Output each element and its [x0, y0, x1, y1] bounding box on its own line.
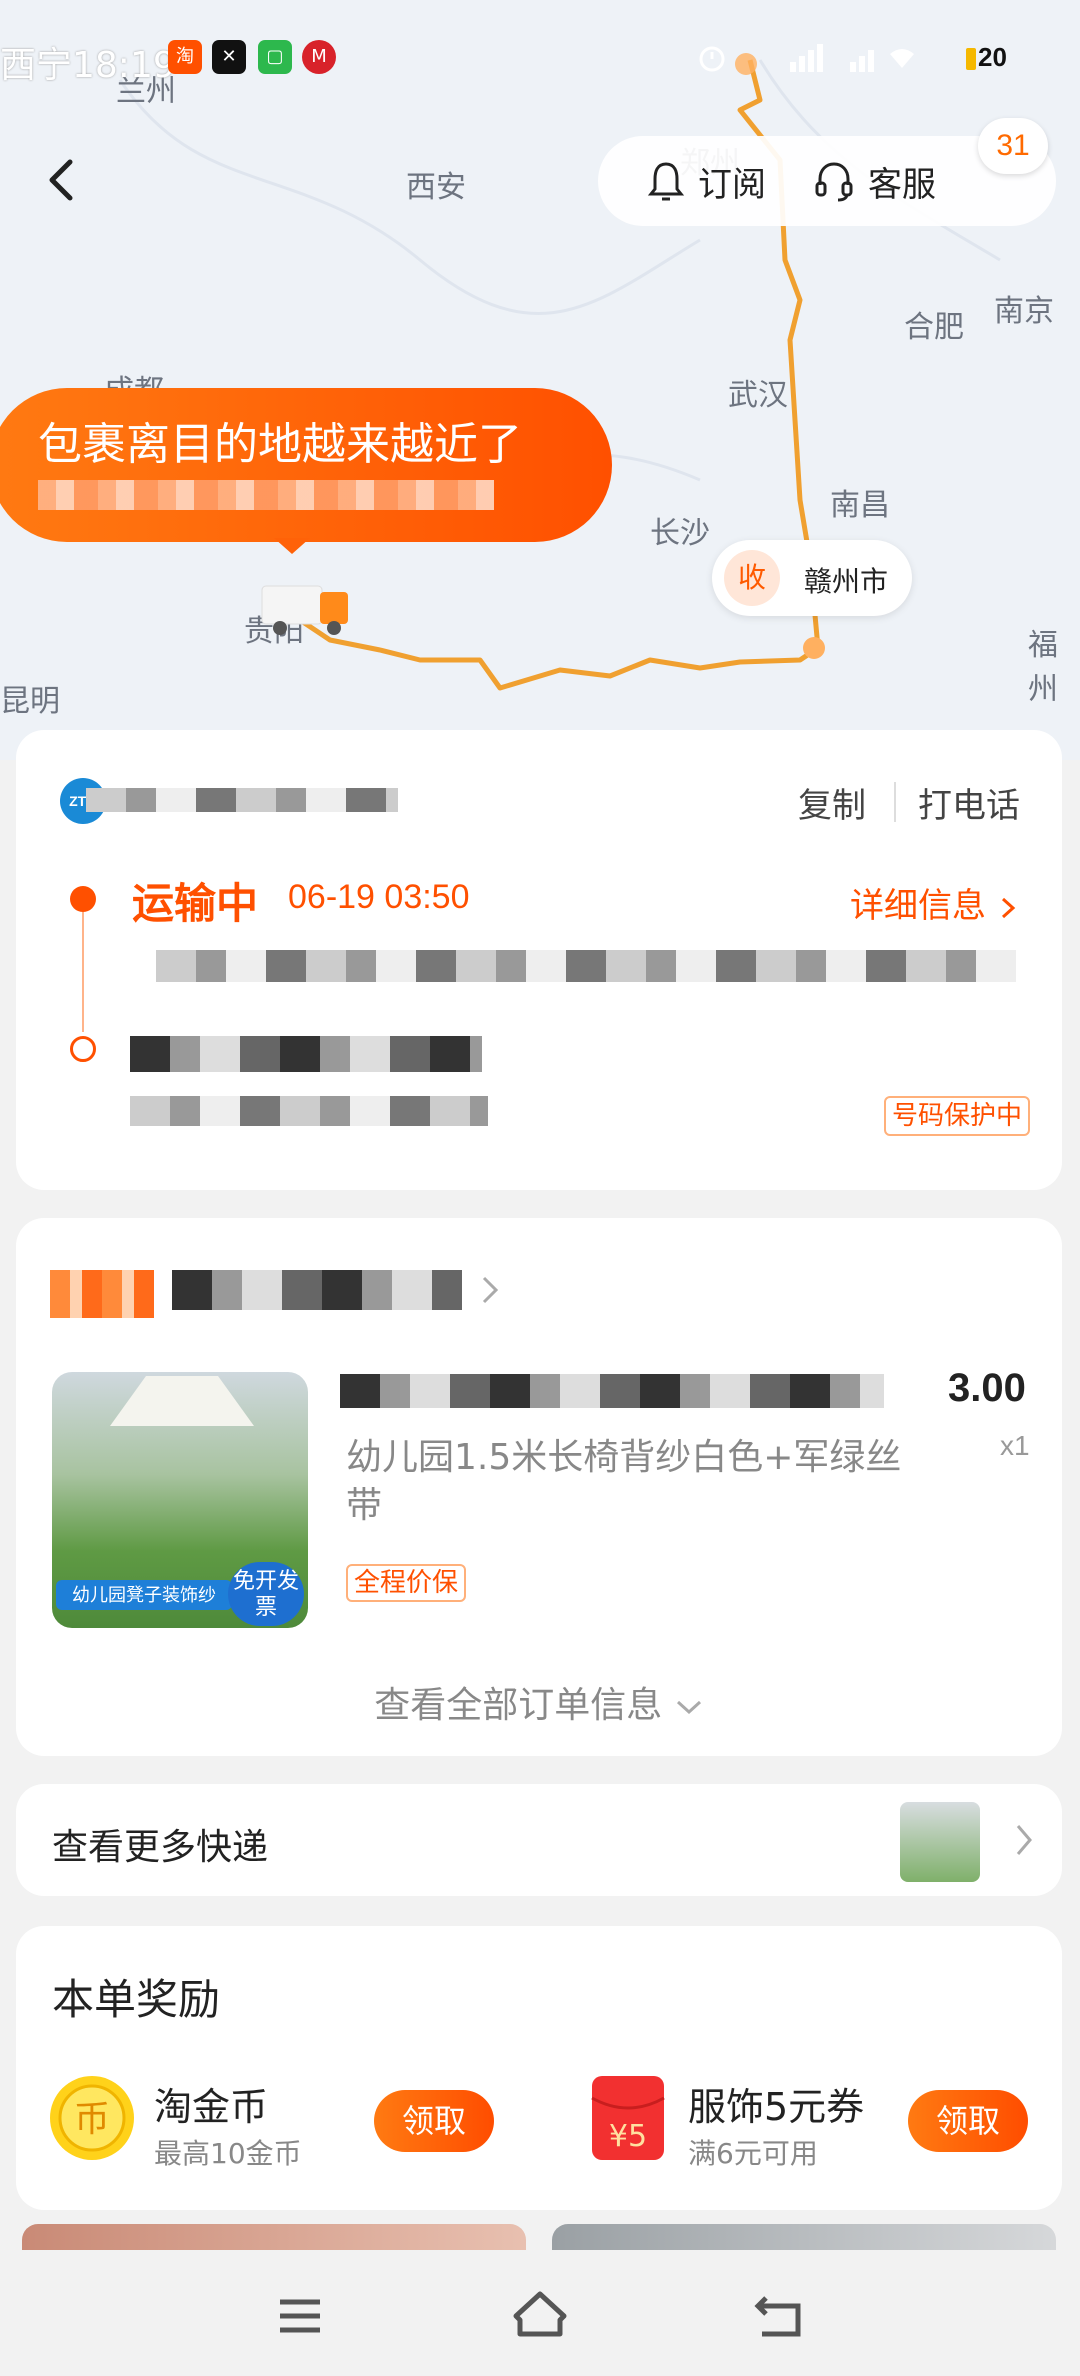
- receiver-city: 赣州市: [804, 565, 889, 598]
- receiver-marker[interactable]: 收 赣州市: [712, 540, 912, 616]
- redacted-bubble-subtitle: [38, 480, 494, 510]
- number-protection-tag: 号码保护中: [884, 1096, 1031, 1136]
- transit-status: 运输中: [132, 879, 259, 928]
- receiver-dot: [70, 1036, 96, 1062]
- shop-logo: [50, 1270, 154, 1318]
- view-all-order-button[interactable]: 查看全部订单信息: [16, 1676, 1062, 1728]
- reward-card: 本单奖励 币 淘金币 最高10金币 领取 ¥5 服饰5元券 满6元可用 领取: [16, 1926, 1062, 2210]
- redacted-receiver-address: [130, 1096, 488, 1126]
- more-express-thumbnail: [900, 1802, 980, 1882]
- clock: 西宁18:19: [0, 45, 176, 86]
- reward-name: 淘金币: [154, 2085, 269, 2129]
- order-card: 幼儿园凳子装饰纱 免开发票 幼儿园1.5米长椅背纱白色+军绿丝带 3.00 x1…: [16, 1218, 1062, 1756]
- back-button[interactable]: [40, 150, 90, 210]
- taobao-app-icon: 淘: [168, 40, 202, 74]
- redacted-product-name: [340, 1374, 884, 1408]
- reward-title: 本单奖励: [52, 1975, 221, 2024]
- product-quantity: x1: [1000, 1430, 1030, 1461]
- subscribe-label: 订阅: [698, 164, 766, 205]
- city-kunming: 昆明: [0, 684, 60, 719]
- action-divider: [894, 782, 896, 822]
- redacted-shop-name[interactable]: [172, 1270, 462, 1310]
- transit-dot: [70, 886, 96, 912]
- headset-icon: [815, 162, 853, 202]
- product-spec: 幼儿园1.5米长椅背纱白色+军绿丝带: [346, 1437, 902, 1526]
- alarm-icon: [699, 46, 725, 72]
- detail-info-link[interactable]: 详细信息: [850, 878, 1019, 927]
- city-changsha: 长沙: [650, 516, 710, 551]
- bubble-tail: [274, 538, 310, 554]
- redacted-tracking-number: [86, 788, 398, 812]
- more-express-card[interactable]: 查看更多快递: [16, 1784, 1062, 1896]
- home-icon: [513, 2291, 567, 2337]
- chevron-down-icon: [676, 1700, 701, 1715]
- svg-text:¥5: ¥5: [609, 2119, 647, 2154]
- call-button[interactable]: 打电话: [918, 778, 1020, 827]
- gold-coin-icon: 币: [48, 2074, 136, 2162]
- service-label: 客服: [868, 164, 936, 205]
- view-all-label: 查看全部订单信息: [374, 1685, 663, 1726]
- reward-condition: 最高10金币: [154, 2137, 302, 2170]
- transit-time: 06-19 03:50: [288, 878, 470, 916]
- back-nav-button[interactable]: [750, 2286, 810, 2346]
- timeline-line: [82, 912, 84, 1032]
- product-image-canopy: [110, 1376, 254, 1426]
- detail-info-label: 详细信息: [850, 886, 986, 926]
- logistics-card: ZTO 复制 打电话 运输中 06-19 03:50 详细信息 号码保护中: [16, 730, 1062, 1190]
- status-bubble: 包裹离目的地越来越近了: [0, 388, 612, 542]
- product-image-badge: 免开发票: [228, 1562, 304, 1626]
- receiver-label: 收: [724, 550, 780, 606]
- notification-badge[interactable]: 31: [978, 118, 1048, 174]
- city-fuzhou: 福州: [1028, 628, 1058, 707]
- bubble-title: 包裹离目的地越来越近了: [38, 419, 522, 470]
- price-protection-tag: 全程价保: [346, 1564, 467, 1602]
- chevron-right-icon: [1001, 897, 1016, 918]
- redacted-transit-detail: [156, 950, 1016, 982]
- product-image-banner: 幼儿园凳子装饰纱: [56, 1580, 232, 1610]
- system-nav-bar: [0, 2250, 1080, 2376]
- claim-coin-button[interactable]: 领取: [374, 2090, 494, 2152]
- more-express-label: 查看更多快递: [52, 1827, 269, 1868]
- product-image[interactable]: 幼儿园凳子装饰纱 免开发票: [52, 1372, 308, 1628]
- back-arrow-icon: [49, 159, 73, 201]
- city-hefei: 合肥: [904, 310, 964, 345]
- capcut-app-icon: ✕: [212, 40, 246, 74]
- home-nav-button[interactable]: [510, 2286, 570, 2346]
- signal-icon: [790, 44, 914, 72]
- city-xian: 西安: [406, 170, 466, 205]
- chevron-right-icon: [1016, 1825, 1032, 1855]
- redacted-receiver-name: [130, 1036, 482, 1072]
- chevron-right-icon: [482, 1276, 499, 1304]
- svg-text:币: 币: [74, 2099, 110, 2140]
- return-icon: [754, 2296, 801, 2337]
- customer-service-button[interactable]: 客服: [812, 158, 936, 205]
- product-price: 3.00: [948, 1366, 1026, 1410]
- menu-icon: [280, 2299, 320, 2333]
- reward-condition: 满6元可用: [688, 2137, 818, 2170]
- subscribe-button[interactable]: 订阅: [646, 158, 766, 205]
- status-bar: 西宁18:19 淘 ✕ ▢ M 20: [0, 0, 1080, 120]
- city-wuhan: 武汉: [728, 378, 788, 413]
- reward-name: 服饰5元券: [688, 2085, 865, 2129]
- claim-coupon-button[interactable]: 领取: [908, 2090, 1028, 2152]
- metro-app-icon: M: [302, 40, 336, 74]
- red-packet-icon: ¥5: [584, 2074, 672, 2162]
- bell-icon: [647, 162, 685, 201]
- green-app-icon: ▢: [258, 40, 292, 74]
- battery-icon: [966, 48, 976, 70]
- copy-button[interactable]: 复制: [798, 778, 866, 827]
- city-nanchang: 南昌: [830, 488, 890, 523]
- city-nanjing: 南京: [994, 294, 1054, 329]
- menu-nav-button[interactable]: [270, 2286, 330, 2346]
- battery-level: 20: [978, 42, 1007, 72]
